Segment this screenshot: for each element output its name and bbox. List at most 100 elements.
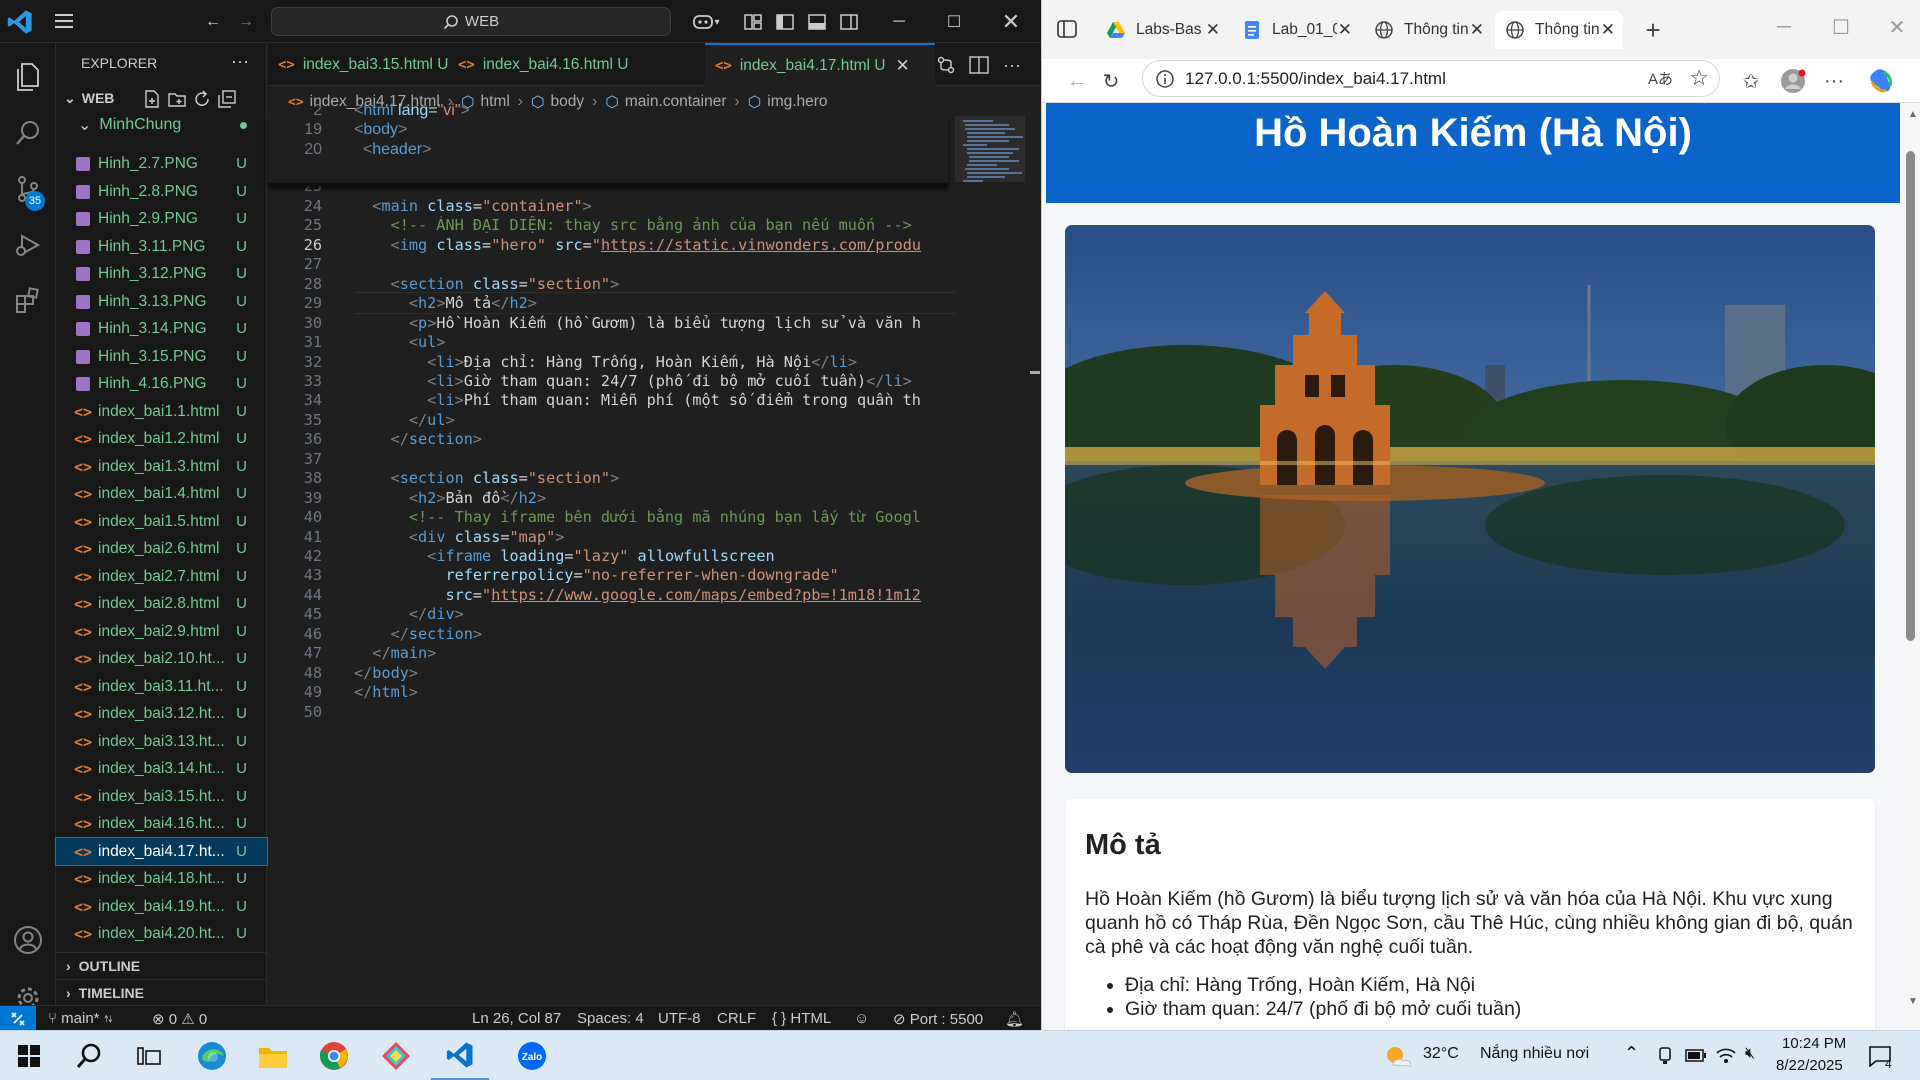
file-item[interactable]: <> index_bai3.12.ht... U	[56, 700, 267, 728]
file-item[interactable]: Hinh_3.12.PNG U	[56, 260, 267, 288]
vscode-taskbar-icon[interactable]	[431, 1031, 489, 1080]
toggle-primary-sidebar-icon[interactable]	[772, 9, 798, 35]
close-tab-icon[interactable]: ✕	[1206, 20, 1220, 40]
favorites-icon[interactable]: ✩	[1736, 66, 1766, 96]
refresh-icon[interactable]	[192, 89, 212, 109]
close-tab-icon[interactable]: ✕	[1470, 20, 1484, 40]
browser-tab-thongtin-2[interactable]: Thông tin ✕	[1495, 11, 1623, 49]
minimap[interactable]	[955, 116, 1025, 1006]
source-control-icon[interactable]: 35	[0, 161, 56, 217]
toggle-panel-icon[interactable]	[804, 9, 830, 35]
minimize-button[interactable]: ─	[1769, 12, 1799, 42]
edge-icon[interactable]	[183, 1031, 241, 1080]
weather-desc[interactable]: Nắng nhiều nơi	[1480, 1045, 1589, 1063]
code-editor[interactable]: 22 </header>2324 <main class="container"…	[268, 116, 948, 1006]
battery-icon[interactable]	[1685, 1048, 1707, 1064]
customize-layout-icon[interactable]	[740, 9, 766, 35]
cursor-position[interactable]: Ln 26, Col 87	[472, 1010, 561, 1027]
toggle-secondary-sidebar-icon[interactable]	[836, 9, 862, 35]
file-item[interactable]: <> index_bai4.16.ht... U	[56, 810, 267, 838]
line-ending[interactable]: CRLF	[717, 1010, 756, 1027]
read-aloud-icon[interactable]: Aあ	[1648, 68, 1673, 89]
task-view-icon[interactable]	[120, 1031, 178, 1080]
encoding[interactable]: UTF-8	[658, 1010, 701, 1027]
chevron-up-icon[interactable]: ⌃	[1624, 1043, 1639, 1064]
clock-date[interactable]: 8/22/2025	[1776, 1057, 1843, 1074]
maximize-button[interactable]: ☐	[925, 0, 983, 43]
file-item[interactable]: Hinh_2.8.PNG U	[56, 178, 267, 206]
scroll-down-icon[interactable]: ▼	[1908, 996, 1918, 1007]
file-item[interactable]: <> index_bai4.18.ht... U	[56, 865, 267, 893]
clock-time[interactable]: 10:24 PM	[1782, 1035, 1846, 1052]
profile-avatar[interactable]	[1778, 66, 1808, 96]
back-arrow-icon[interactable]: ←	[1062, 66, 1092, 96]
file-item[interactable]: Hinh_3.11.PNG U	[56, 233, 267, 261]
run-debug-icon[interactable]	[0, 217, 56, 273]
file-item[interactable]: <> index_bai2.7.html U	[56, 563, 267, 591]
editor-scrollbar[interactable]	[1028, 116, 1040, 1006]
search-icon[interactable]	[60, 1031, 118, 1080]
scroll-up-icon[interactable]: ▲	[1908, 109, 1918, 120]
new-file-icon[interactable]	[142, 89, 162, 109]
file-item[interactable]: <> index_bai1.4.html U	[56, 480, 267, 508]
scroll-thumb[interactable]	[1906, 151, 1915, 641]
collapse-all-icon[interactable]	[217, 89, 237, 109]
tab-index-bai4-17[interactable]: <> index_bai4.17.html U ✕	[705, 43, 935, 86]
close-tab-icon[interactable]: ✕	[1338, 20, 1352, 40]
menu-icon[interactable]	[52, 10, 76, 32]
account-icon[interactable]	[0, 912, 56, 968]
timeline-section[interactable]: › TIMELINE	[56, 979, 267, 1006]
weather-temp[interactable]: 32°C	[1423, 1045, 1459, 1063]
file-item[interactable]: Hinh_3.15.PNG U	[56, 343, 267, 371]
indentation[interactable]: Spaces: 4	[577, 1010, 644, 1027]
address-bar[interactable]: 127.0.0.1:5500/index_bai4.17.html Aあ ☆	[1142, 60, 1720, 97]
file-item[interactable]: <> index_bai3.11.ht... U	[56, 673, 267, 701]
file-item[interactable]: <> index_bai2.6.html U	[56, 535, 267, 563]
file-item[interactable]: <> index_bai1.3.html U	[56, 453, 267, 481]
close-button[interactable]: ✕	[982, 0, 1040, 43]
file-item[interactable]: <> index_bai3.15.ht... U	[56, 783, 267, 811]
more-actions-icon[interactable]: ···	[231, 51, 249, 72]
notifications-bell-icon[interactable]: 🔔︎	[1005, 1010, 1024, 1028]
explorer-icon[interactable]	[0, 49, 56, 105]
zalo-icon[interactable]: Zalo	[503, 1031, 561, 1080]
language-mode[interactable]: { } HTML	[772, 1010, 831, 1027]
live-server-port[interactable]: ⊘ Port : 5500	[893, 1010, 983, 1028]
new-folder-icon[interactable]	[167, 89, 187, 109]
file-item[interactable]: Hinh_2.9.PNG U	[56, 205, 267, 233]
settings-more-icon[interactable]: ···	[1819, 66, 1849, 96]
browser-tab-thongtin-1[interactable]: Thông tin ✕	[1364, 11, 1492, 49]
folder-minhchung[interactable]: ⌄ MinhChung	[56, 112, 267, 137]
tab-index-bai3-15[interactable]: <> index_bai3.15.html U	[268, 43, 449, 86]
browser-tab-labs[interactable]: Labs-Bas ✕	[1096, 11, 1228, 49]
maximize-button[interactable]: ☐	[1826, 12, 1856, 42]
tab-actions-icon[interactable]	[1052, 14, 1082, 44]
file-item[interactable]: Hinh_3.13.PNG U	[56, 288, 267, 316]
new-tab-plus-icon[interactable]: +	[1638, 15, 1668, 45]
file-item[interactable]: <> index_bai2.9.html U	[56, 618, 267, 646]
file-item[interactable]: Hinh_2.7.PNG U	[56, 150, 267, 178]
file-item[interactable]: <> index_bai4.19.ht... U	[56, 893, 267, 921]
close-tab-icon[interactable]: ✕	[1601, 20, 1615, 40]
extensions-icon[interactable]	[0, 273, 56, 329]
file-item[interactable]: <> index_bai1.2.html U	[56, 425, 267, 453]
file-item[interactable]: Hinh_3.14.PNG U	[56, 315, 267, 343]
file-explorer-icon[interactable]	[244, 1031, 302, 1080]
file-item[interactable]: <> index_bai4.20.ht... U	[56, 920, 267, 948]
file-item[interactable]: <> index_bai2.10.ht... U	[56, 645, 267, 673]
copilot-status-icon[interactable]: ☺	[854, 1010, 869, 1027]
file-item[interactable]: Hinh_4.16.PNG U	[56, 370, 267, 398]
copilot-icon[interactable]	[1866, 66, 1896, 96]
search-icon[interactable]	[0, 105, 56, 161]
git-branch[interactable]: ⑂ main* ⇅	[48, 1010, 113, 1027]
file-item[interactable]: <> index_bai3.13.ht... U	[56, 728, 267, 756]
volume-muted-icon[interactable]: 🔇︎	[1745, 1045, 1755, 1063]
wifi-icon[interactable]	[1715, 1045, 1737, 1065]
command-center-search[interactable]: WEB	[271, 7, 671, 36]
minimize-button[interactable]: ─	[870, 0, 928, 43]
more-actions-icon[interactable]: ···	[1001, 54, 1023, 76]
compare-changes-icon[interactable]	[935, 54, 957, 76]
app-icon[interactable]	[367, 1031, 425, 1080]
file-item[interactable]: <> index_bai1.5.html U	[56, 508, 267, 536]
problems-indicator[interactable]: ⊗ 0 ⚠ 0	[152, 1010, 207, 1028]
